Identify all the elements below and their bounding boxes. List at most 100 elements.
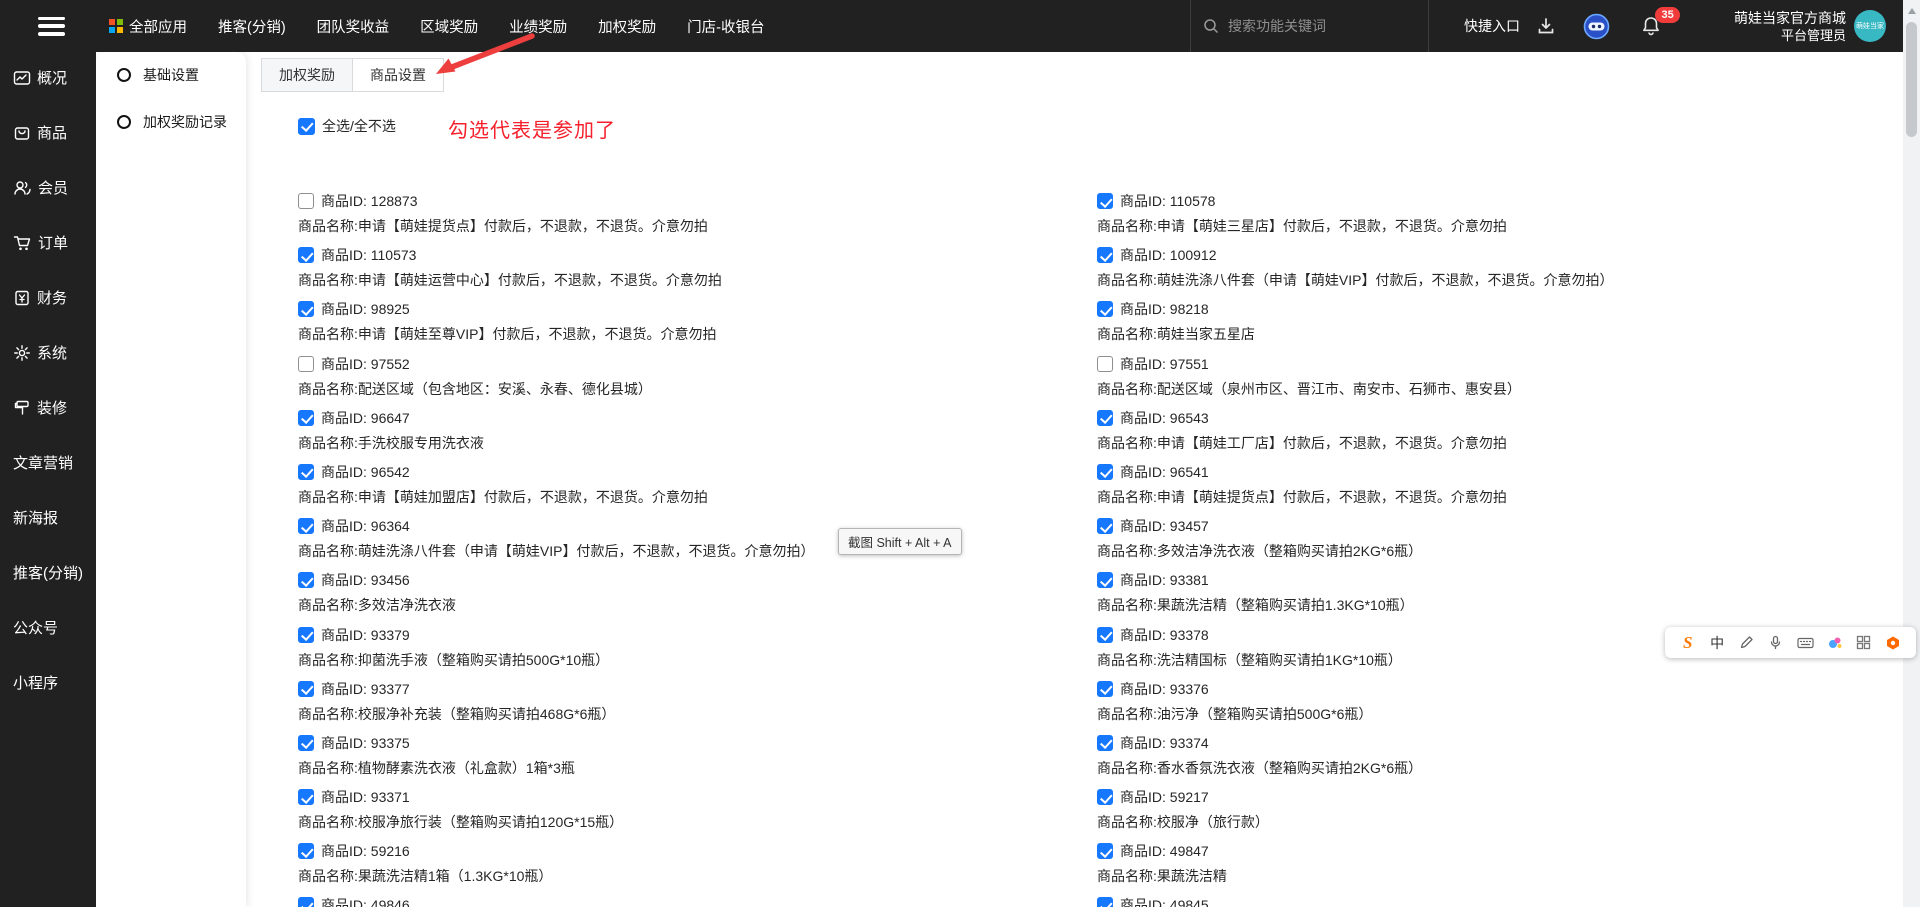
product-item: 商品ID: 93377 商品名称:校服净补充装（整箱购买请拍468G*6瓶） xyxy=(298,679,814,733)
topbar-menu-item[interactable]: 团队奖收益 xyxy=(317,16,390,37)
sidebar-item-new-poster[interactable]: 新海报 xyxy=(0,490,96,545)
vertical-scrollbar[interactable] xyxy=(1903,0,1920,907)
product-checkbox[interactable] xyxy=(1097,843,1113,859)
select-all-label: 全选/全不选 xyxy=(322,116,396,136)
product-checkbox[interactable] xyxy=(298,301,314,317)
product-name: 商品名称:萌娃洗涤八件套（申请【萌娃VIP】付款后，不退款，不退货。介意勿拍） xyxy=(1097,270,1613,290)
scrollbar-thumb[interactable] xyxy=(1906,22,1917,137)
topbar-menu-item[interactable]: 业绩奖励 xyxy=(509,16,567,37)
product-checkbox[interactable] xyxy=(1097,301,1113,317)
pen-icon[interactable] xyxy=(1735,632,1757,654)
sidebar-item-overview[interactable]: 概况 xyxy=(0,50,96,105)
product-name: 商品名称:申请【萌娃三星店】付款后，不退款，不退货。介意勿拍 xyxy=(1097,216,1613,236)
mic-icon[interactable] xyxy=(1765,632,1787,654)
sidebar-item-goods[interactable]: 商品 xyxy=(0,105,96,160)
sidebar-item-orders[interactable]: 订单 xyxy=(0,215,96,270)
account-info[interactable]: 萌娃当家官方商城 平台管理员 xyxy=(1698,0,1846,52)
product-checkbox[interactable] xyxy=(298,572,314,588)
sidebar-item-members[interactable]: 会员 xyxy=(0,160,96,215)
product-name: 商品名称:申请【萌娃提货点】付款后，不退款，不退货。介意勿拍 xyxy=(1097,487,1613,507)
product-checkbox[interactable] xyxy=(298,789,314,805)
sidebar-item-finance[interactable]: 财务 xyxy=(0,270,96,325)
sidebar-item-decorate[interactable]: 装修 xyxy=(0,380,96,435)
product-id: 商品ID: 93374 xyxy=(1120,733,1209,753)
search-input[interactable]: 搜索功能关键词 xyxy=(1203,0,1326,52)
product-name: 商品名称:油污净（整箱购买请拍500G*6瓶） xyxy=(1097,704,1613,724)
product-id: 商品ID: 49846 xyxy=(321,895,410,907)
sidebar-item-distribution[interactable]: 推客(分销) xyxy=(0,545,96,600)
product-list-left: 商品ID: 128873 商品名称:申请【萌娃提货点】付款后，不退款，不退货。介… xyxy=(298,191,814,907)
product-checkbox[interactable] xyxy=(1097,356,1113,372)
topbar-menu-item[interactable]: 区域奖励 xyxy=(420,16,478,37)
product-name: 商品名称:果蔬洗洁精 xyxy=(1097,866,1613,886)
product-checkbox[interactable] xyxy=(1097,897,1113,907)
sidebar-item-article-marketing[interactable]: 文章营销 xyxy=(0,435,96,490)
product-checkbox[interactable] xyxy=(298,193,314,209)
product-checkbox[interactable] xyxy=(1097,735,1113,751)
product-checkbox[interactable] xyxy=(1097,410,1113,426)
product-name: 商品名称:申请【萌娃加盟店】付款后，不退款，不退货。介意勿拍 xyxy=(298,487,814,507)
product-id: 商品ID: 96542 xyxy=(321,462,410,482)
product-checkbox[interactable] xyxy=(1097,193,1113,209)
tab-goods-settings[interactable]: 商品设置 xyxy=(353,58,444,92)
product-checkbox[interactable] xyxy=(298,681,314,697)
product-name: 商品名称:校服净（旅行款） xyxy=(1097,812,1613,832)
toolbox-icon[interactable] xyxy=(1882,632,1904,654)
sidebar-item-system[interactable]: 系统 xyxy=(0,325,96,380)
product-checkbox[interactable] xyxy=(298,410,314,426)
sidebar-item-official-account[interactable]: 公众号 xyxy=(0,600,96,655)
product-id: 商品ID: 97552 xyxy=(321,354,410,374)
product-checkbox[interactable] xyxy=(1097,518,1113,534)
quick-entry-button[interactable]: 快捷入口 xyxy=(1464,0,1520,52)
product-name: 商品名称:萌娃当家五星店 xyxy=(1097,324,1613,344)
product-id: 商品ID: 96541 xyxy=(1120,462,1209,482)
product-checkbox[interactable] xyxy=(298,843,314,859)
sogou-logo-icon[interactable]: S xyxy=(1677,632,1699,654)
product-checkbox[interactable] xyxy=(1097,789,1113,805)
submenu-item-weighted-reward-records[interactable]: 加权奖励记录 xyxy=(96,112,246,132)
product-checkbox[interactable] xyxy=(1097,247,1113,263)
product-id: 商品ID: 93376 xyxy=(1120,679,1209,699)
topbar-menu-item[interactable]: 门店-收银台 xyxy=(687,16,764,37)
topbar: 全部应用 推客(分销) 团队奖收益 区域奖励 业绩奖励 加权奖励 门店-收银台 搜索功能关… xyxy=(0,0,1903,52)
product-checkbox[interactable] xyxy=(298,897,314,907)
avatar[interactable]: 萌娃当家 xyxy=(1854,10,1886,42)
product-checkbox[interactable] xyxy=(298,735,314,751)
product-checkbox[interactable] xyxy=(298,356,314,372)
select-all-row: 全选/全不选 xyxy=(298,116,396,136)
product-checkbox[interactable] xyxy=(298,464,314,480)
product-id: 商品ID: 93381 xyxy=(1120,570,1209,590)
product-item: 商品ID: 100912 商品名称:萌娃洗涤八件套（申请【萌娃VIP】付款后，不… xyxy=(1097,245,1613,299)
product-name: 商品名称:果蔬洗洁精1箱（1.3KG*10瓶） xyxy=(298,866,814,886)
product-id: 商品ID: 98925 xyxy=(321,299,410,319)
emoji-magic-icon[interactable] xyxy=(1824,632,1846,654)
keyboard-icon[interactable] xyxy=(1794,632,1816,654)
submenu-item-basic-settings[interactable]: 基础设置 xyxy=(96,65,246,85)
select-all-checkbox[interactable] xyxy=(298,118,315,135)
tab-weighted-reward[interactable]: 加权奖励 xyxy=(261,58,353,92)
product-item: 商品ID: 97551 商品名称:配送区域（泉州市区、晋江市、南安市、石狮市、惠… xyxy=(1097,354,1613,408)
skin-grid-icon[interactable] xyxy=(1853,632,1875,654)
product-checkbox[interactable] xyxy=(1097,627,1113,643)
topbar-menu-item[interactable]: 加权奖励 xyxy=(598,16,656,37)
product-checkbox[interactable] xyxy=(298,247,314,263)
sidebar-item-mini-program[interactable]: 小程序 xyxy=(0,655,96,710)
product-item: 商品ID: 93378 商品名称:洗洁精国标（整箱购买请拍1KG*10瓶） xyxy=(1097,625,1613,679)
topbar-item-all-apps[interactable]: 全部应用 xyxy=(109,16,187,37)
topbar-menu-item[interactable]: 推客(分销) xyxy=(218,16,286,37)
product-checkbox[interactable] xyxy=(298,518,314,534)
product-name: 商品名称:手洗校服专用洗衣液 xyxy=(298,433,814,453)
product-checkbox[interactable] xyxy=(298,627,314,643)
product-checkbox[interactable] xyxy=(1097,572,1113,588)
notification-count-badge: 35 xyxy=(1655,7,1680,23)
decorate-icon xyxy=(13,399,31,417)
ai-robot-icon[interactable] xyxy=(1583,0,1610,52)
chinese-mode-icon[interactable]: 中 xyxy=(1706,632,1728,654)
product-checkbox[interactable] xyxy=(1097,681,1113,697)
download-icon[interactable] xyxy=(1536,0,1556,52)
scroll-up-arrow-icon[interactable] xyxy=(1908,8,1916,14)
product-id: 商品ID: 93371 xyxy=(321,787,410,807)
product-name: 商品名称:抑菌洗手液（整箱购买请拍500G*10瓶） xyxy=(298,650,814,670)
product-checkbox[interactable] xyxy=(1097,464,1113,480)
hamburger-menu-icon[interactable] xyxy=(38,17,65,36)
